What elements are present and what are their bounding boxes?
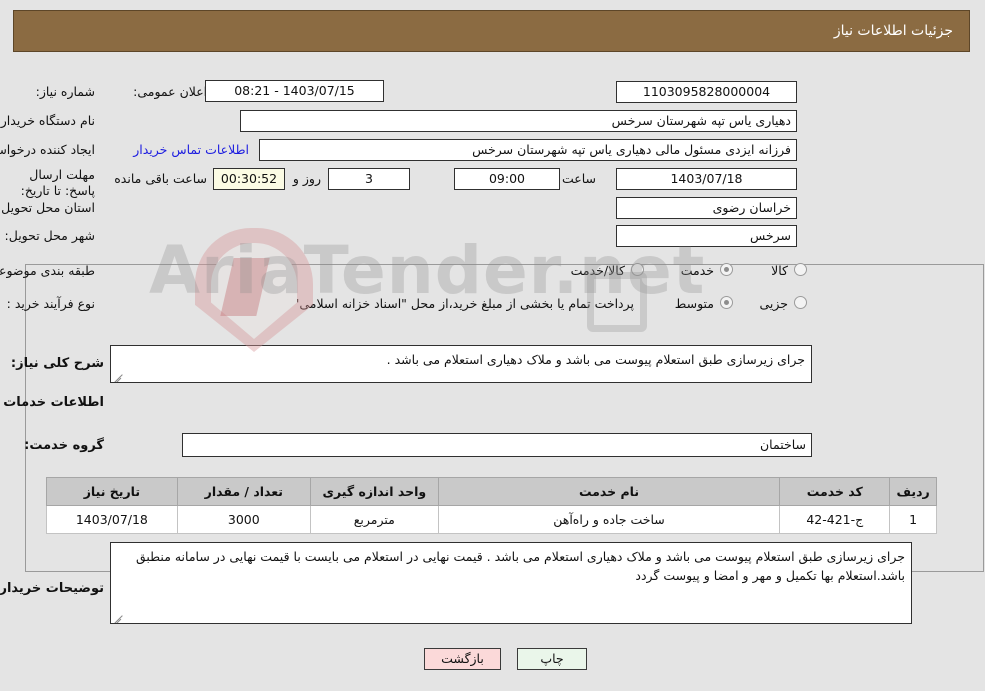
buyer-org-field[interactable]: دهیاری یاس تپه شهرستان سرخس [241, 110, 798, 132]
description-text: جرای زیرسازی طبق استعلام پیوست می باشد و… [387, 352, 806, 367]
remaining-days-field: 3 [329, 168, 411, 190]
services-section-heading: اطلاعات خدمات مورد نیاز [0, 395, 105, 410]
radio-category-kala-label: کالا [772, 263, 789, 278]
resize-grip-icon[interactable] [115, 371, 125, 381]
remaining-days-label: روز و [293, 171, 322, 186]
radio-category-kala-khedmat-label: کالا/خدمت [571, 263, 626, 278]
radio-process-motevaset[interactable] [721, 296, 734, 309]
radio-category-kala-khedmat[interactable] [632, 263, 645, 276]
description-label: شرح کلی نیاز: [11, 356, 105, 371]
buyer-org-label: نام دستگاه خریدار: [0, 113, 96, 128]
city-field[interactable]: سرخس [617, 225, 798, 247]
radio-process-motevaset-label: متوسط [675, 296, 715, 311]
remaining-timer-label: ساعت باقی مانده [115, 171, 208, 186]
requester-label: ایجاد کننده درخواست: [0, 142, 96, 157]
deadline-label: مهلت ارسال پاسخ: تا تاریخ: [21, 167, 96, 198]
buyer-notes-label: توضیحات خریدار: [0, 581, 105, 596]
cell-quantity: 3000 [177, 505, 312, 534]
remaining-timer-field: 00:30:52 [214, 168, 286, 190]
cell-unit: مترمربع [310, 505, 440, 534]
column-header-service-code: کد خدمت [780, 477, 892, 506]
deadline-date-field[interactable]: 1403/07/18 [617, 168, 798, 190]
radio-category-khedmat[interactable] [721, 263, 734, 276]
deadline-time-field[interactable]: 09:00 [455, 168, 561, 190]
back-button[interactable]: بازگشت [425, 648, 502, 670]
column-header-service-name: نام خدمت [438, 477, 782, 506]
service-group-field[interactable]: ساختمان [183, 433, 813, 457]
service-group-label: گروه خدمت: [25, 438, 105, 453]
category-label: طبقه بندی موضوعی: [0, 263, 96, 278]
table-row: 1 ج-421-42 ساخت جاده و راه‌آهن مترمربع 3… [47, 505, 938, 534]
page-title: جزئیات اطلاعات نیاز [834, 23, 954, 39]
print-button[interactable]: چاپ [518, 648, 588, 670]
cell-service-code: ج-421-42 [780, 505, 892, 534]
city-label: شهر محل تحویل: [5, 228, 96, 243]
cell-need-date: 1403/07/18 [47, 505, 179, 534]
requester-field[interactable]: فرزانه ایزدی مسئول مالی دهیاری یاس تپه ش… [260, 139, 798, 161]
column-header-row-number: ردیف [890, 477, 938, 506]
table-header-row: ردیف کد خدمت نام خدمت واحد اندازه گیری ت… [47, 477, 938, 506]
buyer-notes-text: جرای زیرسازی طبق استعلام پیوست می باشد و… [136, 549, 906, 583]
radio-process-jozei-label: جزیی [760, 296, 789, 311]
need-number-label: شماره نیاز: [36, 84, 96, 99]
province-label: استان محل تحویل: [0, 200, 96, 215]
column-header-unit: واحد اندازه گیری [310, 477, 440, 506]
page-header: جزئیات اطلاعات نیاز [14, 10, 971, 52]
resize-grip-icon[interactable] [115, 612, 125, 622]
need-number-field[interactable]: 1103095828000004 [617, 81, 798, 103]
process-type-label: نوع فرآیند خرید : [7, 296, 96, 311]
announce-datetime-field[interactable]: 1403/07/15 - 08:21 [206, 80, 385, 102]
services-table: ردیف کد خدمت نام خدمت واحد اندازه گیری ت… [47, 477, 938, 534]
radio-category-kala[interactable] [795, 263, 808, 276]
buyer-contact-link[interactable]: اطلاعات تماس خریدار [134, 142, 250, 157]
column-header-need-date: تاریخ نیاز [47, 477, 179, 506]
buyer-notes-textarea[interactable]: جرای زیرسازی طبق استعلام پیوست می باشد و… [111, 542, 913, 624]
deadline-time-label: ساعت [562, 171, 597, 186]
description-textarea[interactable]: جرای زیرسازی طبق استعلام پیوست می باشد و… [111, 345, 813, 383]
radio-category-khedmat-label: خدمت [681, 263, 715, 278]
cell-row-number: 1 [890, 505, 938, 534]
column-header-quantity: تعداد / مقدار [177, 477, 312, 506]
province-field[interactable]: خراسان رضوی [617, 197, 798, 219]
cell-service-name: ساخت جاده و راه‌آهن [438, 505, 782, 534]
radio-process-jozei[interactable] [795, 296, 808, 309]
treasury-note: پرداخت تمام یا بخشی از مبلغ خرید،از محل … [236, 296, 635, 311]
